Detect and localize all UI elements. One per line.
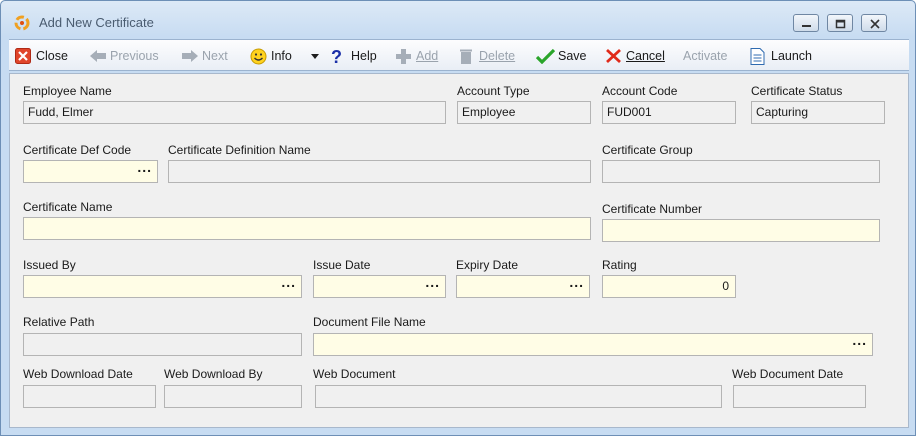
svg-text:?: ? [331,48,342,65]
delete-button[interactable]: Delete [458,47,526,65]
issue-date-label: Issue Date [313,258,371,272]
rating-label: Rating [602,258,637,272]
certificate-definition-name-field[interactable] [168,160,591,183]
web-document-label: Web Document [313,367,396,381]
close-window-button[interactable] [861,14,887,32]
arrow-left-icon [90,50,106,62]
certificate-number-label: Certificate Number [602,202,703,216]
document-icon [750,48,765,65]
maximize-icon [835,19,846,29]
account-type-label: Account Type [457,84,530,98]
certificate-group-label: Certificate Group [602,143,693,157]
issued-by-label: Issued By [23,258,76,272]
account-type-field[interactable]: Employee [457,101,591,124]
ellipsis-date-picker-icon[interactable]: ... [569,276,584,293]
document-file-name-field[interactable]: ... [313,333,873,356]
web-download-by-label: Web Download By [164,367,263,381]
certificate-definition-name-label: Certificate Definition Name [168,143,311,157]
web-download-by-field[interactable] [164,385,302,408]
info-dropdown-arrow-icon[interactable] [311,54,319,59]
app-logo-icon [14,15,30,31]
next-button[interactable]: Next [181,47,241,65]
cancel-button[interactable]: Cancel [605,47,675,65]
title-bar[interactable]: Add New Certificate [1,1,915,37]
help-button[interactable]: ? Help [330,47,385,65]
arrow-right-icon [182,50,198,62]
web-document-field[interactable] [315,385,722,408]
certificate-name-label: Certificate Name [23,200,113,214]
certificate-def-code-label: Certificate Def Code [23,143,132,157]
employee-name-field[interactable]: Fudd, Elmer [23,101,446,124]
minimize-button[interactable] [793,14,819,32]
ellipsis-browse-icon[interactable]: ... [852,334,867,351]
relative-path-field[interactable] [23,333,302,356]
certificate-name-input[interactable] [23,217,591,240]
close-button[interactable]: Close [15,47,77,65]
info-button[interactable]: Info [250,47,300,65]
web-download-date-field[interactable] [23,385,156,408]
trash-can-icon [460,49,472,64]
add-button[interactable]: Add [395,47,445,65]
web-download-date-label: Web Download Date [23,367,133,381]
smiley-info-icon [250,48,267,65]
document-file-name-label: Document File Name [313,315,426,329]
red-x-icon [606,48,621,64]
certificate-group-field[interactable] [602,160,880,183]
window-title: Add New Certificate [39,15,154,30]
ellipsis-lookup-icon[interactable]: ... [137,161,152,178]
certificate-form-panel: Employee Name Fudd, Elmer Account Type E… [9,73,909,428]
minimize-icon [802,25,811,27]
rating-input[interactable]: 0 [602,275,736,298]
add-plus-icon [396,49,411,64]
issued-by-field[interactable]: ... [23,275,302,298]
ellipsis-lookup-icon[interactable]: ... [281,276,296,293]
issue-date-field[interactable]: ... [313,275,446,298]
account-code-label: Account Code [602,84,678,98]
previous-button[interactable]: Previous [89,47,171,65]
launch-button[interactable]: Launch [750,47,820,65]
close-window-icon [870,19,880,29]
certificate-def-code-field[interactable]: ... [23,160,158,183]
relative-path-label: Relative Path [23,315,95,329]
close-red-x-icon [15,48,31,64]
toolbar: Close Previous Next Info ? Help Add Dele… [9,39,909,71]
green-checkmark-icon [536,48,555,64]
web-document-date-field[interactable] [733,385,866,408]
activate-button[interactable]: Activate [681,47,739,65]
expiry-date-label: Expiry Date [456,258,519,272]
certificate-number-input[interactable] [602,219,880,242]
ellipsis-date-picker-icon[interactable]: ... [425,276,440,293]
expiry-date-field[interactable]: ... [456,275,590,298]
web-document-date-label: Web Document Date [732,367,844,381]
certificate-status-field[interactable]: Capturing [751,101,885,124]
certificate-status-label: Certificate Status [751,84,843,98]
maximize-button[interactable] [827,14,853,32]
employee-name-label: Employee Name [23,84,112,98]
account-code-field[interactable]: FUD001 [602,101,736,124]
certificate-window: Add New Certificate Close Previous Next … [0,0,916,436]
question-mark-icon: ? [331,48,342,65]
save-button[interactable]: Save [536,47,594,65]
